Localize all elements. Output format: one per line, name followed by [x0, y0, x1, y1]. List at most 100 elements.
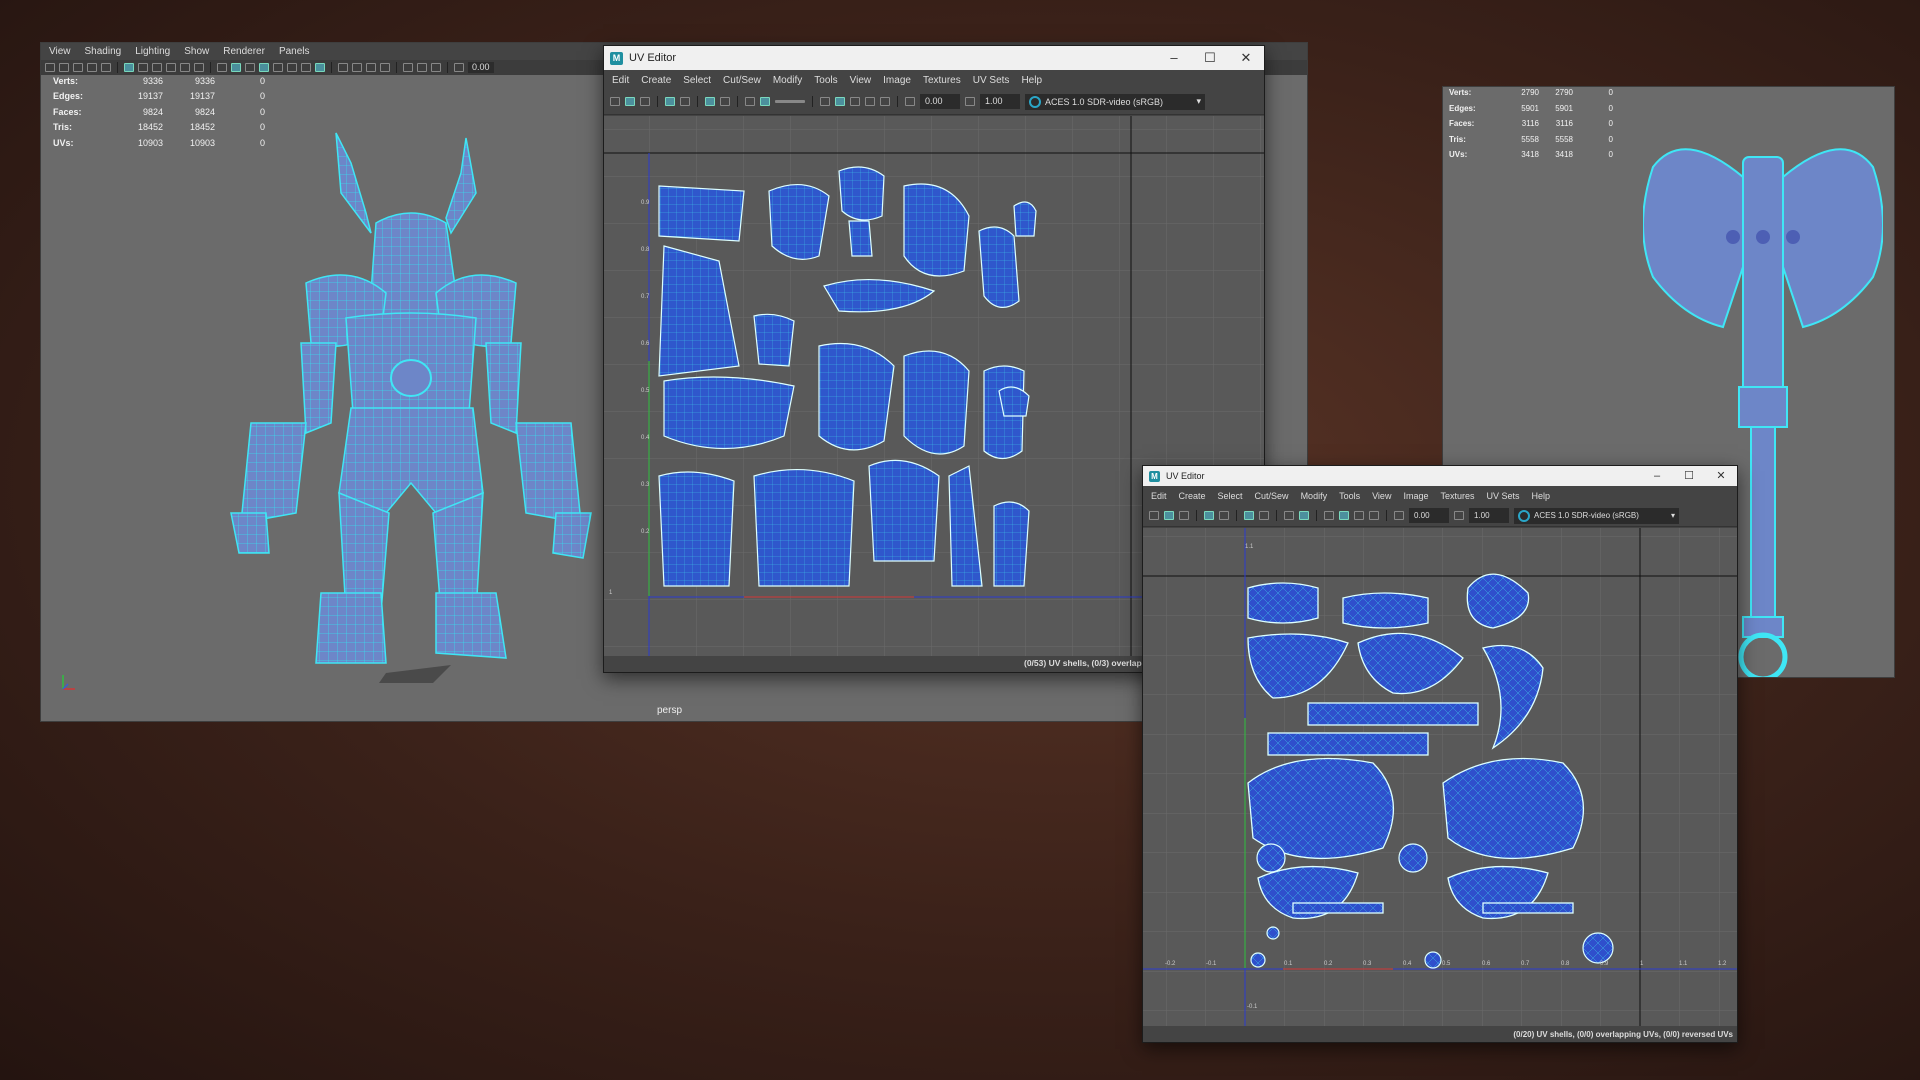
camera-icon[interactable] — [45, 63, 55, 72]
isolate-select-icon[interactable] — [403, 63, 413, 72]
camera-attr-icon[interactable] — [59, 63, 69, 72]
menu-uv-sets[interactable]: UV Sets — [973, 75, 1010, 86]
menu-show[interactable]: Show — [184, 46, 209, 57]
menu-create[interactable]: Create — [641, 75, 671, 86]
shaded-icon[interactable] — [1339, 511, 1349, 520]
motion-blur-icon[interactable] — [352, 63, 362, 72]
window-titlebar[interactable]: M UV Editor – ☐ ✕ — [1143, 466, 1737, 486]
xray-icon[interactable] — [315, 63, 325, 72]
menu-create[interactable]: Create — [1179, 491, 1206, 501]
field-chart-icon[interactable] — [166, 63, 176, 72]
menu-image[interactable]: Image — [883, 75, 911, 86]
safe-action-icon[interactable] — [180, 63, 190, 72]
menu-textures[interactable]: Textures — [923, 75, 961, 86]
gate-mask-icon[interactable] — [152, 63, 162, 72]
antialias-icon[interactable] — [366, 63, 376, 72]
uv-canvas[interactable]: 1.1 -0.2 -0.1 0.1 0.2 0.3 0.4 0.5 0.6 0.… — [1143, 528, 1737, 1026]
dim-image-slider-icon[interactable] — [775, 100, 805, 103]
isolate-icon[interactable] — [1324, 511, 1334, 520]
image-display-icon[interactable] — [745, 97, 755, 106]
close-icon[interactable]: ✕ — [1705, 466, 1737, 486]
menu-select[interactable]: Select — [1218, 491, 1243, 501]
uv-editor-window-2[interactable]: M UV Editor – ☐ ✕ Edit Create Select Cut… — [1142, 465, 1738, 1043]
minimize-icon[interactable]: – — [1641, 466, 1673, 486]
menu-renderer[interactable]: Renderer — [223, 46, 265, 57]
maximize-icon[interactable]: ☐ — [1673, 466, 1705, 486]
colorspace-dropdown[interactable]: ACES 1.0 SDR-video (sRGB) ▾ — [1025, 93, 1205, 110]
menu-help[interactable]: Help — [1532, 491, 1551, 501]
default-material-icon[interactable] — [245, 63, 255, 72]
menu-uv-sets[interactable]: UV Sets — [1486, 491, 1519, 501]
window-titlebar[interactable]: M UV Editor – ☐ ✕ — [604, 46, 1264, 70]
gamma-field[interactable]: 1.00 — [1469, 508, 1509, 523]
xray-active-icon[interactable] — [431, 63, 441, 72]
menu-tools[interactable]: Tools — [1339, 491, 1360, 501]
rgb-icon[interactable] — [1354, 511, 1364, 520]
menu-textures[interactable]: Textures — [1440, 491, 1474, 501]
grid-icon[interactable] — [101, 63, 111, 72]
image-plane-icon[interactable] — [87, 63, 97, 72]
close-icon[interactable]: ✕ — [1228, 46, 1264, 70]
film-gate-icon[interactable] — [124, 63, 134, 72]
rgb-icon[interactable] — [850, 97, 860, 106]
uv-border-icon[interactable] — [665, 97, 675, 106]
ambient-occlusion-icon[interactable] — [338, 63, 348, 72]
exposure-field[interactable]: 0.00 — [920, 94, 960, 109]
resolution-gate-icon[interactable] — [138, 63, 148, 72]
menu-panels[interactable]: Panels — [279, 46, 310, 57]
gamma-icon[interactable] — [1454, 511, 1464, 520]
depth-of-field-icon[interactable] — [380, 63, 390, 72]
exposure-icon[interactable] — [454, 63, 464, 72]
shaded-uv-icon[interactable] — [625, 97, 635, 106]
menu-modify[interactable]: Modify — [773, 75, 802, 86]
exposure-field[interactable]: 0.00 — [1409, 508, 1449, 523]
exposure-field[interactable]: 0.00 — [468, 62, 494, 73]
shaded-uv-icon[interactable] — [1164, 511, 1174, 520]
gamma-icon[interactable] — [965, 97, 975, 106]
smooth-shade-icon[interactable] — [231, 63, 241, 72]
menu-cut-sew[interactable]: Cut/Sew — [723, 75, 761, 86]
image-filter-icon[interactable] — [1299, 511, 1309, 520]
menu-view[interactable]: View — [850, 75, 872, 86]
exposure-icon[interactable] — [905, 97, 915, 106]
uv-shell-icon[interactable] — [1149, 511, 1159, 520]
checker-icon[interactable] — [1179, 511, 1189, 520]
frame-icon[interactable] — [880, 97, 890, 106]
shaded-icon[interactable] — [835, 97, 845, 106]
distortion-icon[interactable] — [680, 97, 690, 106]
menu-edit[interactable]: Edit — [1151, 491, 1167, 501]
menu-shading[interactable]: Shading — [85, 46, 122, 57]
menu-view[interactable]: View — [1372, 491, 1391, 501]
gamma-field[interactable]: 1.00 — [980, 94, 1020, 109]
image-filter-icon[interactable] — [760, 97, 770, 106]
minotaur-wireframe-model[interactable] — [211, 93, 641, 693]
uv-grid-and-shells[interactable]: 1.1 -0.2 -0.1 0.1 0.2 0.3 0.4 0.5 0.6 0.… — [1143, 528, 1737, 1026]
safe-title-icon[interactable] — [194, 63, 204, 72]
shadows-icon[interactable] — [301, 63, 311, 72]
frame-icon[interactable] — [1369, 511, 1379, 520]
uv-shell-icon[interactable] — [610, 97, 620, 106]
wireframe-icon[interactable] — [217, 63, 227, 72]
menu-tools[interactable]: Tools — [814, 75, 837, 86]
menu-modify[interactable]: Modify — [1301, 491, 1328, 501]
exposure-icon[interactable] — [1394, 511, 1404, 520]
minimize-icon[interactable]: – — [1156, 46, 1192, 70]
lights-icon[interactable] — [287, 63, 297, 72]
menu-edit[interactable]: Edit — [612, 75, 629, 86]
distortion-icon[interactable] — [1219, 511, 1229, 520]
menu-cut-sew[interactable]: Cut/Sew — [1255, 491, 1289, 501]
isolate-icon[interactable] — [820, 97, 830, 106]
grid-icon[interactable] — [705, 97, 715, 106]
alpha-icon[interactable] — [865, 97, 875, 106]
checker-icon[interactable] — [640, 97, 650, 106]
colorspace-dropdown[interactable]: ACES 1.0 SDR-video (sRGB) ▾ — [1514, 507, 1679, 524]
grid-icon[interactable] — [1244, 511, 1254, 520]
bookmark-icon[interactable] — [73, 63, 83, 72]
menu-lighting[interactable]: Lighting — [135, 46, 170, 57]
maximize-icon[interactable]: ☐ — [1192, 46, 1228, 70]
xray-joints-icon[interactable] — [417, 63, 427, 72]
menu-view[interactable]: View — [49, 46, 71, 57]
pixel-snap-icon[interactable] — [720, 97, 730, 106]
image-display-icon[interactable] — [1284, 511, 1294, 520]
pixel-snap-icon[interactable] — [1259, 511, 1269, 520]
